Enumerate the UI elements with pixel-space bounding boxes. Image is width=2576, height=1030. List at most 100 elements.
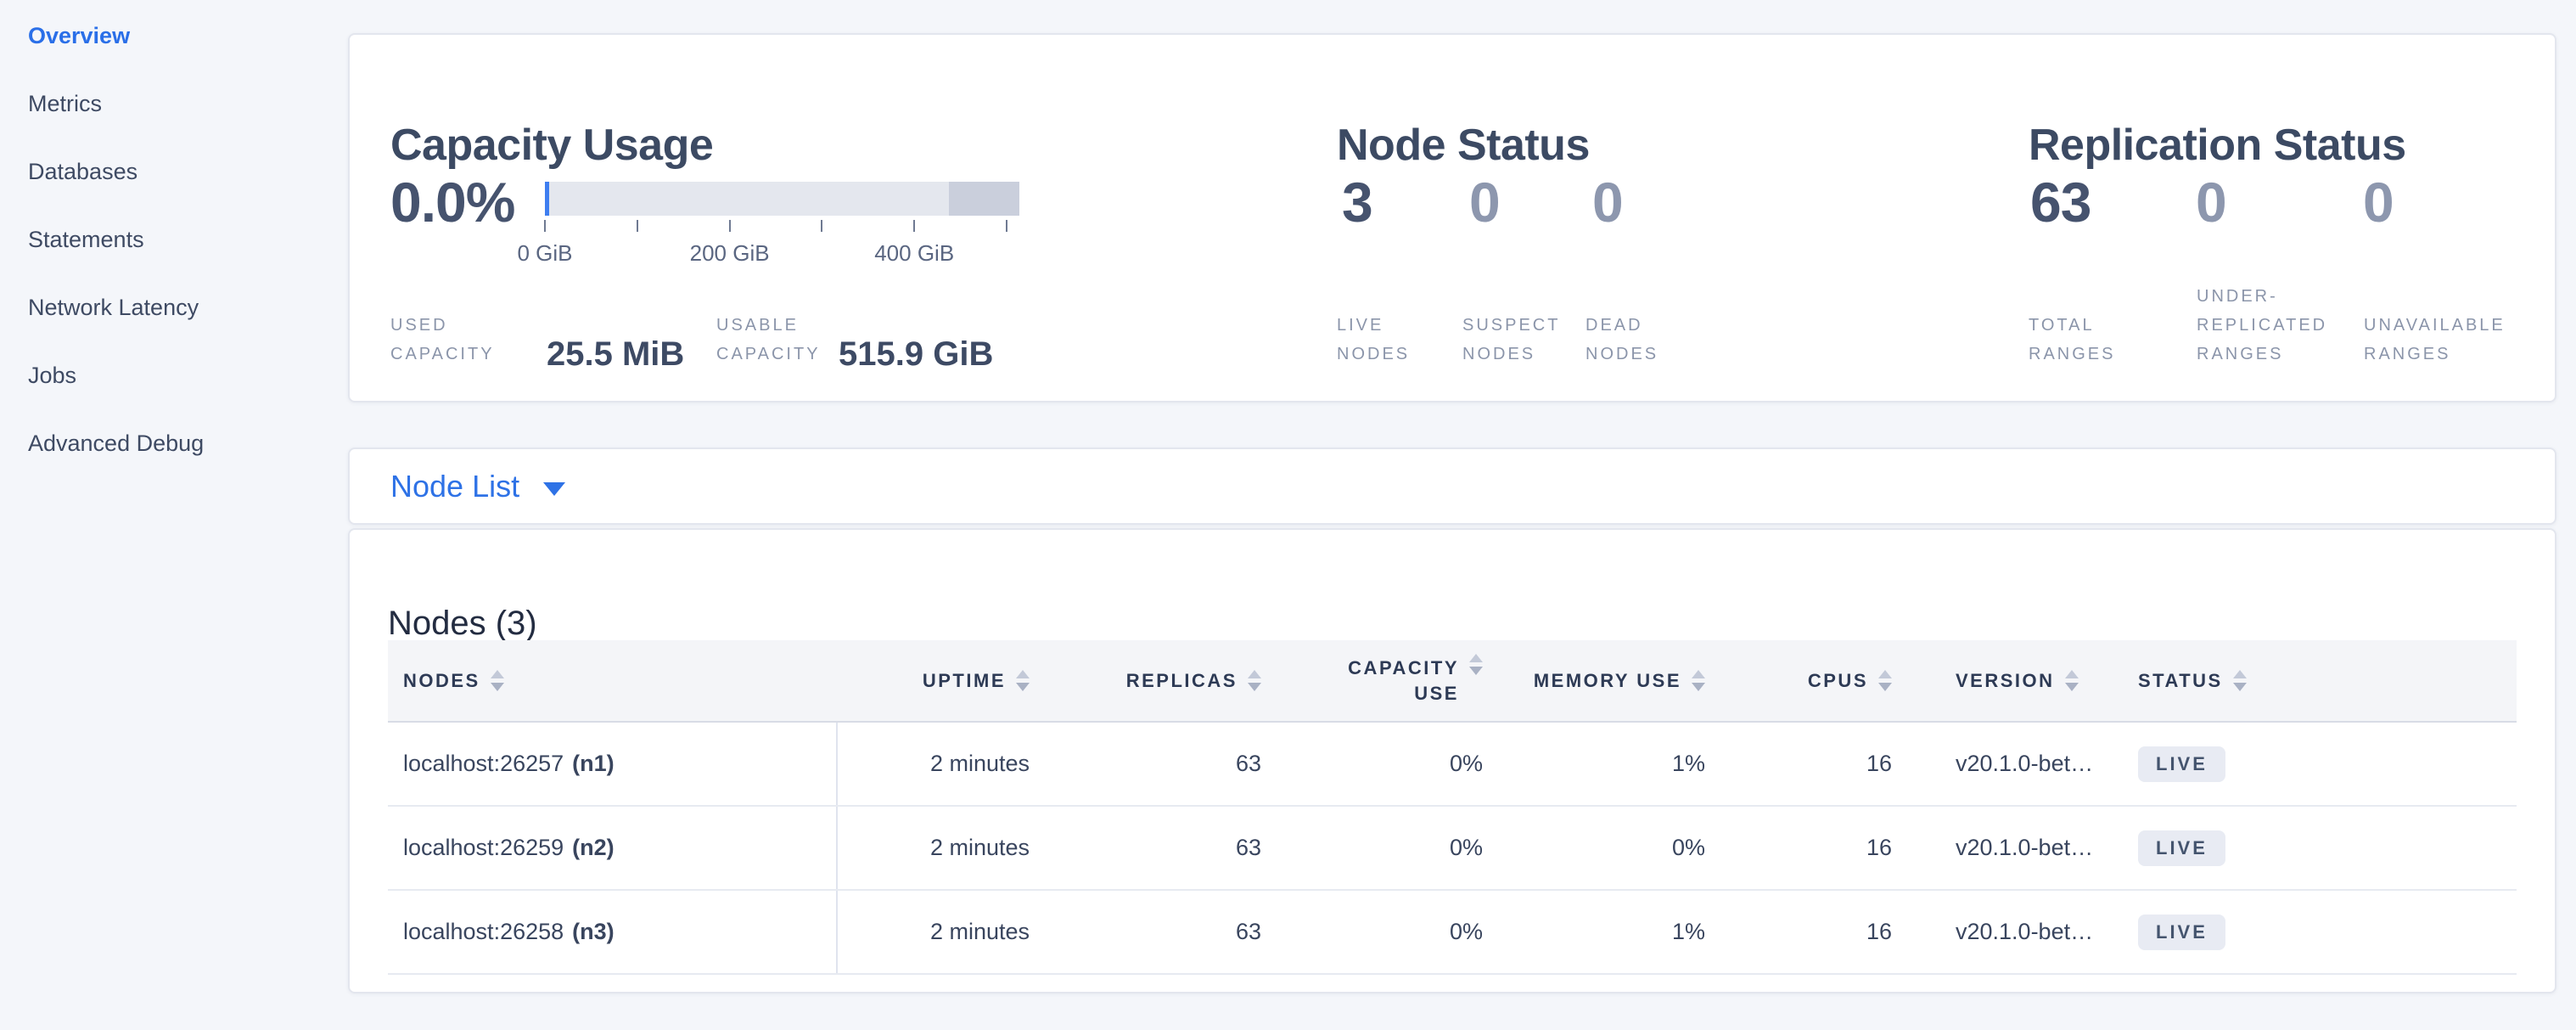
table-row-node-3[interactable]: localhost:26258 (n3) 2 minutes 63 0% 1% …: [388, 891, 2517, 975]
sort-icon: [2065, 670, 2079, 691]
node-list-dropdown[interactable]: Node List: [390, 469, 519, 504]
sidebar-item-databases[interactable]: Databases: [28, 157, 137, 186]
column-header-label: UPTIME: [923, 668, 1006, 694]
column-header-replicas[interactable]: REPLICAS: [1047, 640, 1278, 721]
nodes-section-title: Nodes (3): [388, 605, 537, 643]
status-cell: LIVE: [2121, 807, 2517, 889]
sidebar-item-metrics[interactable]: Metrics: [28, 89, 102, 118]
usable-capacity-label: USABLE CAPACITY: [716, 311, 839, 369]
gauge-axis-label-400: 400 GiB: [874, 240, 954, 267]
gauge-tick: [544, 220, 546, 232]
sidebar-item-overview[interactable]: Overview: [28, 21, 130, 50]
version-cell: v20.1.0-bet…: [1909, 807, 2121, 889]
column-header-label: MEMORY USE: [1534, 668, 1681, 694]
sidebar-item-statements[interactable]: Statements: [28, 225, 144, 254]
column-header-label: REPLICAS: [1126, 668, 1237, 694]
column-header-capacity-use[interactable]: CAPACITY USE: [1278, 640, 1500, 721]
node-address: localhost:26258: [403, 919, 564, 945]
nodes-table: NODES UPTIME REPLICAS CAPACITY USE MEMOR…: [388, 640, 2517, 975]
gauge-tick: [913, 220, 915, 232]
sidebar-item-advanced-debug[interactable]: Advanced Debug: [28, 429, 204, 458]
node-address-cell: localhost:26259 (n2): [388, 807, 838, 889]
node-address-cell: localhost:26258 (n3): [388, 891, 838, 973]
node-id: (n1): [572, 751, 615, 777]
view-selector-card: Node List: [348, 447, 2556, 525]
capacity-use-cell: 0%: [1278, 891, 1500, 973]
uptime-cell: 2 minutes: [838, 807, 1047, 889]
dead-nodes-count: 0: [1592, 174, 1623, 230]
cpus-cell: 16: [1722, 807, 1909, 889]
total-ranges-label: TOTAL RANGES: [2029, 311, 2115, 369]
capacity-gauge-used-segment: [545, 182, 549, 216]
suspect-nodes-count: 0: [1469, 174, 1500, 230]
total-ranges-count: 63: [2030, 174, 2091, 230]
node-address: localhost:26259: [403, 835, 564, 861]
sort-icon: [2233, 670, 2247, 691]
status-badge: LIVE: [2138, 746, 2225, 782]
replication-status-title: Replication Status: [2029, 120, 2406, 171]
used-capacity-label: USED CAPACITY: [390, 311, 547, 369]
gauge-tick: [821, 220, 822, 232]
column-header-cpus[interactable]: CPUS: [1722, 640, 1909, 721]
column-header-version[interactable]: VERSION: [1909, 640, 2121, 721]
sort-icon: [491, 670, 504, 691]
replicas-cell: 63: [1047, 891, 1278, 973]
sort-icon: [1469, 654, 1483, 675]
column-header-status[interactable]: STATUS: [2121, 640, 2517, 721]
dead-nodes-label: DEAD NODES: [1585, 311, 1658, 369]
cpus-cell: 16: [1722, 891, 1909, 973]
status-badge: LIVE: [2138, 915, 2225, 950]
table-row-node-2[interactable]: localhost:26259 (n2) 2 minutes 63 0% 0% …: [388, 807, 2517, 891]
capacity-gauge: [545, 182, 1019, 216]
status-cell: LIVE: [2121, 723, 2517, 805]
nodes-card: Nodes (3) NODES UPTIME REPLICAS CAPACITY…: [348, 528, 2556, 993]
node-id: (n3): [572, 919, 615, 945]
cluster-summary-card: Capacity Usage 0.0% 0 GiB 200 GiB 400 Gi…: [348, 33, 2556, 402]
status-badge: LIVE: [2138, 830, 2225, 866]
sidebar-item-jobs[interactable]: Jobs: [28, 361, 76, 390]
node-id: (n2): [572, 835, 615, 861]
column-header-label: NODES: [403, 668, 480, 694]
capacity-use-cell: 0%: [1278, 723, 1500, 805]
capacity-use-cell: 0%: [1278, 807, 1500, 889]
table-row-node-1[interactable]: localhost:26257 (n1) 2 minutes 63 0% 1% …: [388, 723, 2517, 807]
gauge-axis-label-200: 200 GiB: [690, 240, 770, 267]
used-capacity-stat: USED CAPACITY 25.5 MiB: [390, 311, 684, 369]
caret-down-icon[interactable]: [543, 482, 565, 496]
capacity-usage-title: Capacity Usage: [390, 120, 713, 171]
usable-capacity-value: 515.9 GiB: [839, 338, 993, 370]
sidebar-item-network-latency[interactable]: Network Latency: [28, 293, 199, 322]
column-header-label: STATUS: [2138, 668, 2223, 694]
status-cell: LIVE: [2121, 891, 2517, 973]
under-replicated-ranges-label: UNDER- REPLICATED RANGES: [2197, 282, 2327, 369]
live-nodes-label: LIVE NODES: [1337, 311, 1410, 369]
suspect-nodes-label: SUSPECT NODES: [1462, 311, 1560, 369]
usable-capacity-stat: USABLE CAPACITY 515.9 GiB: [716, 311, 993, 369]
sort-icon: [1016, 670, 1030, 691]
unavailable-ranges-count: 0: [2363, 174, 2394, 230]
version-cell: v20.1.0-bet…: [1909, 723, 2121, 805]
column-header-label: VERSION: [1956, 668, 2055, 694]
under-replicated-ranges-count: 0: [2196, 174, 2226, 230]
uptime-cell: 2 minutes: [838, 723, 1047, 805]
used-capacity-value: 25.5 MiB: [547, 338, 684, 370]
column-header-nodes[interactable]: NODES: [388, 640, 838, 721]
uptime-cell: 2 minutes: [838, 891, 1047, 973]
gauge-tick: [729, 220, 731, 232]
replicas-cell: 63: [1047, 807, 1278, 889]
gauge-axis-label-0: 0 GiB: [517, 240, 572, 267]
node-address-cell: localhost:26257 (n1): [388, 723, 838, 805]
sort-icon: [1248, 670, 1261, 691]
version-cell: v20.1.0-bet…: [1909, 891, 2121, 973]
cpus-cell: 16: [1722, 723, 1909, 805]
column-header-label: CPUS: [1808, 668, 1868, 694]
capacity-used-percent: 0.0%: [390, 174, 514, 230]
column-header-memory-use[interactable]: MEMORY USE: [1500, 640, 1722, 721]
column-header-label: CAPACITY USE: [1348, 656, 1459, 706]
nodes-table-header: NODES UPTIME REPLICAS CAPACITY USE MEMOR…: [388, 640, 2517, 723]
node-status-title: Node Status: [1337, 120, 1590, 171]
sort-icon: [1878, 670, 1892, 691]
column-header-uptime[interactable]: UPTIME: [838, 640, 1047, 721]
gauge-tick: [637, 220, 638, 232]
live-nodes-count: 3: [1342, 174, 1372, 230]
